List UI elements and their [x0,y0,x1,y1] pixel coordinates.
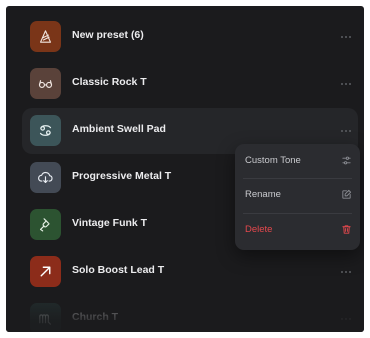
preset-name: Ambient Swell Pad [72,123,166,135]
more-options-button[interactable] [334,263,358,281]
more-options-button[interactable] [334,310,358,328]
dot [345,318,347,320]
dot [341,130,343,132]
preset-tile [30,256,61,287]
preset-tile [30,209,61,240]
menu-divider [243,178,352,179]
preset-name: Solo Boost Lead T [72,264,165,276]
pick-icon [37,28,54,45]
preset-row[interactable]: Classic Rock T [22,61,358,107]
preset-tile [30,115,61,146]
preset-list-panel: New preset (6) Classic Rock T Ambient Sw… [6,6,364,332]
dot [341,318,343,320]
menu-item-label: Custom Tone [245,155,301,166]
preset-row[interactable]: Church T [22,296,358,332]
preset-name: Church T [72,311,119,323]
menu-item-label: Rename [245,189,281,200]
more-options-button[interactable] [334,122,358,140]
plug-icon [37,216,54,233]
edit-icon [341,189,352,200]
more-options-button[interactable] [334,28,358,46]
preset-tile [30,21,61,52]
cloud-download-icon [37,169,54,186]
preset-name: Progressive Metal T [72,170,172,182]
scorpio-icon [37,310,54,327]
dot [345,130,347,132]
menu-item-rename[interactable]: Rename [235,180,360,211]
glasses-icon [37,75,54,92]
cancer-icon [37,122,54,139]
trash-icon [341,224,352,235]
dot [349,83,351,85]
preset-tile [30,68,61,99]
preset-tile [30,162,61,193]
dot [349,271,351,273]
menu-item-delete[interactable]: Delete [235,215,360,246]
dot [341,36,343,38]
sliders-icon [341,155,352,166]
more-options-button[interactable] [334,75,358,93]
preset-row[interactable]: Solo Boost Lead T [22,249,358,295]
menu-item-custom-tone[interactable]: Custom Tone [235,146,360,177]
arrow-up-right-icon [37,263,54,280]
preset-tile [30,303,61,332]
dot [341,271,343,273]
menu-item-label: Delete [245,224,273,235]
menu-divider [243,213,352,214]
dot [345,36,347,38]
dot [349,36,351,38]
preset-name: New preset (6) [72,29,144,41]
preset-name: Classic Rock T [72,76,147,88]
preset-name: Vintage Funk T [72,217,148,229]
dot [345,271,347,273]
dot [349,318,351,320]
context-menu: Custom Tone Rename Delete [235,144,360,250]
dot [349,130,351,132]
preset-row[interactable]: New preset (6) [22,14,358,60]
dot [345,83,347,85]
dot [341,83,343,85]
